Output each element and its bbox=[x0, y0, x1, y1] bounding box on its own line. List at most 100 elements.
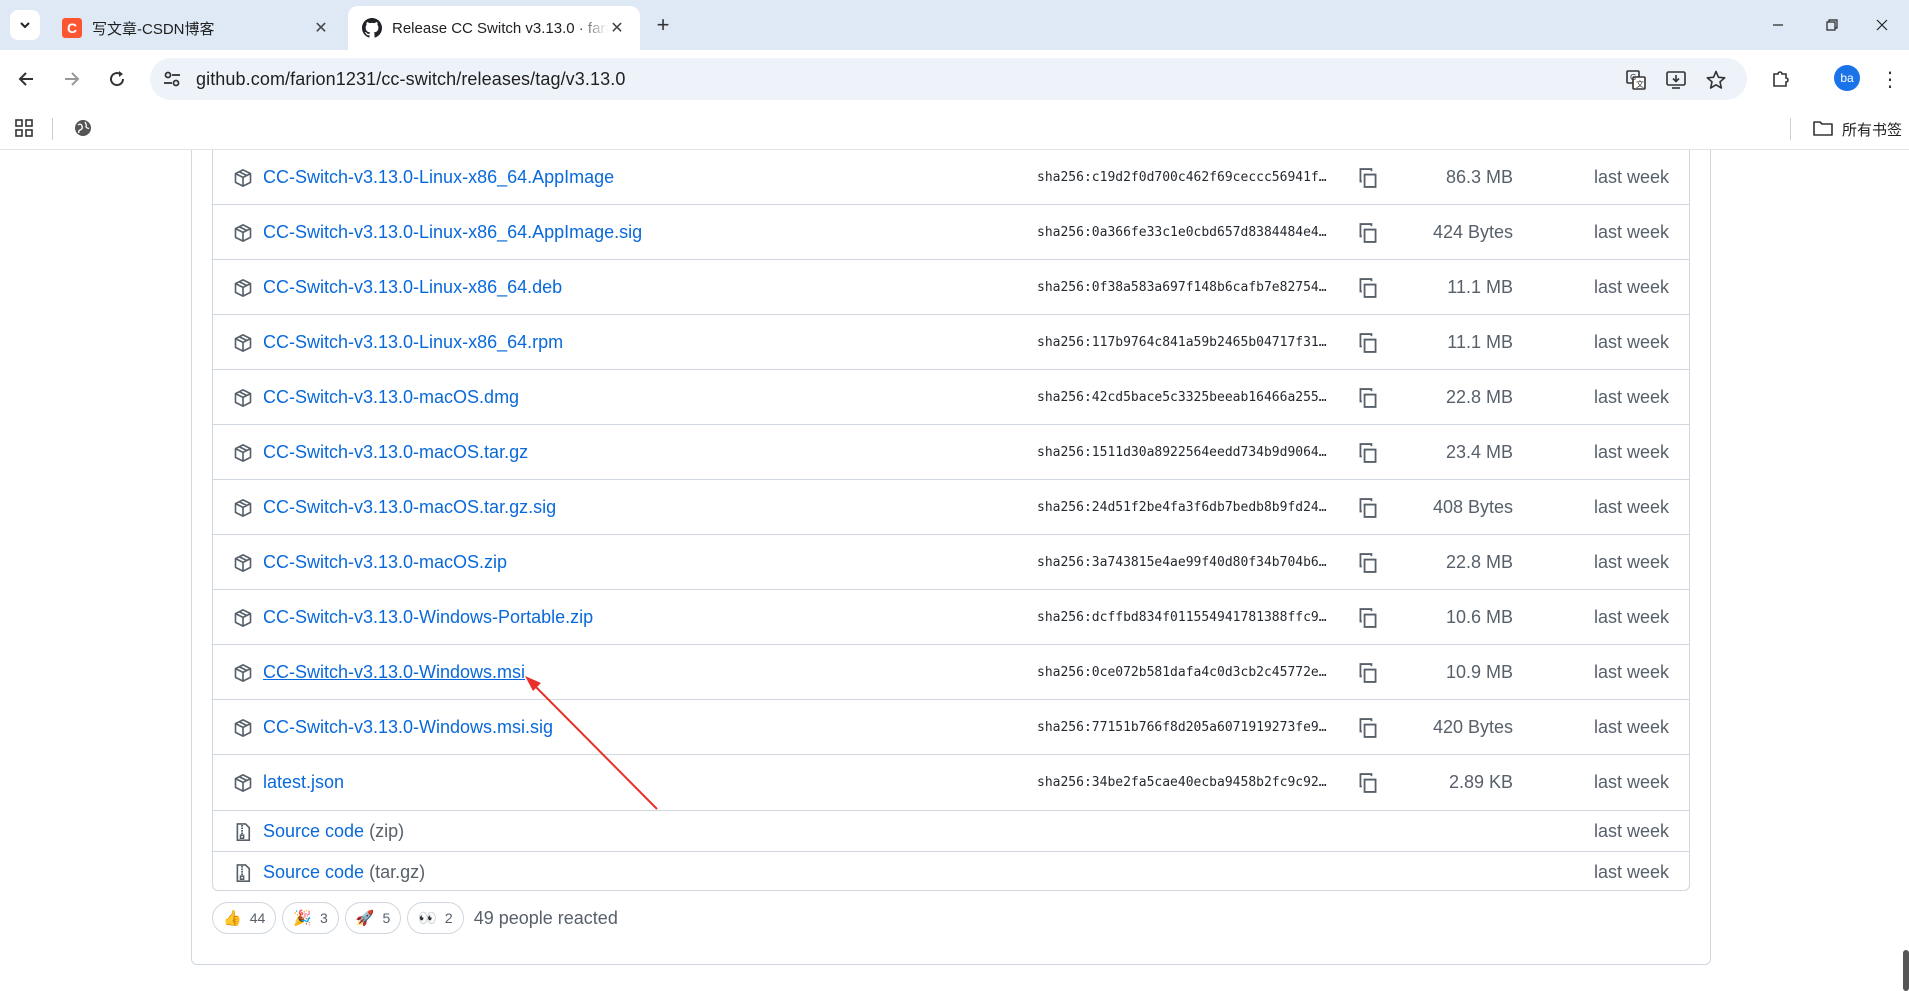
asset-size: 408 Bytes bbox=[1432, 496, 1513, 517]
apps-grid-icon[interactable] bbox=[14, 118, 34, 138]
site-settings-icon[interactable] bbox=[162, 69, 182, 89]
asset-size: 11.1 MB bbox=[1447, 276, 1513, 297]
package-icon bbox=[233, 553, 253, 573]
package-icon bbox=[233, 718, 253, 738]
reactions-summary: 49 people reacted bbox=[473, 907, 618, 928]
url-text[interactable]: github.com/farion1231/cc-switch/releases… bbox=[196, 69, 625, 90]
star-bookmark-icon[interactable] bbox=[1704, 68, 1728, 92]
minimize-button[interactable] bbox=[1758, 10, 1798, 40]
install-app-icon[interactable] bbox=[1664, 68, 1688, 92]
reaction-button[interactable]: 🎉 3 bbox=[282, 902, 339, 934]
copy-icon[interactable] bbox=[1357, 387, 1379, 409]
reaction-count: 3 bbox=[319, 910, 328, 926]
reaction-count: 5 bbox=[382, 910, 391, 926]
reaction-emoji: 🚀 bbox=[355, 910, 375, 927]
asset-download-link[interactable]: CC-Switch-v3.13.0-Windows-Portable.zip bbox=[263, 607, 593, 628]
asset-row: CC-Switch-v3.13.0-Windows-Portable.zip sh… bbox=[213, 590, 1689, 645]
forward-button[interactable] bbox=[56, 64, 86, 94]
browser-toolbar: github.com/farion1231/cc-switch/releases… bbox=[0, 50, 1909, 108]
asset-date: last week bbox=[1593, 331, 1669, 352]
asset-size: 424 Bytes bbox=[1432, 221, 1513, 242]
copy-icon[interactable] bbox=[1357, 332, 1379, 354]
asset-sha256: sha256:42cd5bace5c3325beeab16466a255… bbox=[1037, 389, 1327, 405]
tab-csdn[interactable]: C 写文章-CSDN博客 ✕ bbox=[48, 6, 344, 50]
browser-tab-strip: C 写文章-CSDN博客 ✕ Release CC Switch v3.13.0… bbox=[0, 0, 1909, 50]
copy-icon[interactable] bbox=[1357, 717, 1379, 739]
asset-download-link[interactable]: latest.json bbox=[263, 772, 344, 793]
restore-button[interactable] bbox=[1812, 10, 1852, 40]
asset-download-link[interactable]: CC-Switch-v3.13.0-macOS.zip bbox=[263, 552, 507, 573]
github-release-page: CC-Switch-v3.13.0-Linux-x86_64.AppImages… bbox=[0, 150, 1909, 991]
source-code-link[interactable]: Source code (tar.gz) bbox=[263, 862, 425, 883]
reaction-button[interactable]: 🚀 5 bbox=[344, 902, 402, 934]
asset-download-link[interactable]: CC-Switch-v3.13.0-Linux-x86_64.deb bbox=[263, 277, 562, 298]
copy-icon[interactable] bbox=[1357, 772, 1379, 794]
asset-download-link[interactable]: CC-Switch-v3.13.0-macOS.dmg bbox=[263, 387, 519, 408]
bookmarks-divider bbox=[52, 118, 53, 140]
asset-size: 11.1 MB bbox=[1447, 331, 1513, 352]
reactions-bar: 👍 44 🎉 3 🚀 5 👀 2 49 people reacted bbox=[212, 902, 618, 934]
asset-row: CC-Switch-v3.13.0-Windows.msi.sig sha256:… bbox=[213, 700, 1689, 755]
package-icon bbox=[233, 663, 253, 683]
asset-date: last week bbox=[1593, 276, 1669, 297]
new-tab-button[interactable]: + bbox=[650, 12, 676, 38]
tab-search-button[interactable] bbox=[10, 10, 40, 40]
reaction-button[interactable]: 👍 44 bbox=[212, 902, 277, 934]
asset-sha256: sha256:77151b766f8d205a6071919273fe9… bbox=[1037, 719, 1327, 735]
arrow-left-icon bbox=[18, 72, 33, 86]
tab-title: 写文章-CSDN博客 bbox=[92, 20, 215, 38]
scrollbar-thumb[interactable] bbox=[1903, 950, 1909, 991]
asset-download-link[interactable]: CC-Switch-v3.13.0-macOS.tar.gz bbox=[263, 442, 528, 463]
asset-download-link[interactable]: CC-Switch-v3.13.0-Linux-x86_64.rpm bbox=[263, 332, 563, 353]
asset-row: CC-Switch-v3.13.0-macOS.dmg sha256:42cd5b… bbox=[213, 370, 1689, 425]
asset-download-link[interactable]: CC-Switch-v3.13.0-Windows.msi bbox=[263, 662, 525, 683]
reaction-emoji: 🎉 bbox=[293, 910, 312, 927]
profile-avatar[interactable]: ba bbox=[1834, 65, 1860, 91]
folder-icon[interactable] bbox=[1812, 118, 1834, 138]
asset-sha256: sha256:24d51f2be4fa3f6db7bedb8b9fd24… bbox=[1037, 499, 1327, 515]
tab-github-release[interactable]: Release CC Switch v3.13.0 · farion1231/c… bbox=[348, 6, 640, 50]
address-bar[interactable]: github.com/farion1231/cc-switch/releases… bbox=[150, 58, 1747, 100]
asset-row: CC-Switch-v3.13.0-Linux-x86_64.deb sha256… bbox=[213, 260, 1689, 315]
copy-icon[interactable] bbox=[1357, 222, 1379, 244]
asset-size: 10.6 MB bbox=[1445, 606, 1513, 627]
svg-text:文: 文 bbox=[1636, 79, 1644, 89]
asset-sha256: sha256:0ce072b581dafa4c0d3cb2c45772e… bbox=[1037, 664, 1327, 680]
file-zip-icon bbox=[233, 863, 253, 883]
reload-icon bbox=[110, 71, 125, 87]
package-icon bbox=[233, 388, 253, 408]
arrow-right-icon bbox=[65, 72, 80, 86]
package-icon bbox=[233, 773, 253, 793]
all-bookmarks-label[interactable]: 所有书签 bbox=[1842, 119, 1902, 140]
asset-row: CC-Switch-v3.13.0-macOS.tar.gz sha256:151… bbox=[213, 425, 1689, 480]
close-window-button[interactable] bbox=[1862, 10, 1902, 40]
asset-date: last week bbox=[1593, 551, 1669, 572]
asset-row: latest.json sha256:34be2fa5cae40ecba9458b… bbox=[213, 755, 1689, 811]
package-icon bbox=[233, 333, 253, 353]
package-icon bbox=[233, 498, 253, 518]
asset-download-link[interactable]: CC-Switch-v3.13.0-macOS.tar.gz.sig bbox=[263, 497, 556, 518]
copy-icon[interactable] bbox=[1357, 442, 1379, 464]
asset-download-link[interactable]: CC-Switch-v3.13.0-Windows.msi.sig bbox=[263, 717, 553, 738]
copy-icon[interactable] bbox=[1357, 662, 1379, 684]
copy-icon[interactable] bbox=[1357, 497, 1379, 519]
reaction-emoji: 👀 bbox=[418, 910, 437, 927]
copy-icon[interactable] bbox=[1357, 552, 1379, 574]
reaction-button[interactable]: 👀 2 bbox=[407, 902, 464, 934]
copy-icon[interactable] bbox=[1357, 277, 1379, 299]
reload-button[interactable] bbox=[102, 64, 132, 94]
copy-icon[interactable] bbox=[1357, 607, 1379, 629]
source-code-link[interactable]: Source code (zip) bbox=[263, 821, 404, 842]
extensions-button[interactable] bbox=[1766, 64, 1796, 94]
translate-icon[interactable]: G文 bbox=[1624, 68, 1648, 92]
minimize-icon bbox=[1773, 24, 1783, 26]
back-button[interactable] bbox=[12, 64, 42, 94]
close-icon[interactable]: ✕ bbox=[608, 18, 626, 38]
copy-icon[interactable] bbox=[1357, 167, 1379, 189]
asset-download-link[interactable]: CC-Switch-v3.13.0-Linux-x86_64.AppImage.… bbox=[263, 222, 642, 243]
close-icon[interactable]: ✕ bbox=[312, 18, 330, 38]
asset-download-link[interactable]: CC-Switch-v3.13.0-Linux-x86_64.AppImage bbox=[263, 167, 614, 188]
browser-menu-icon[interactable]: ⋮ bbox=[1880, 64, 1900, 94]
globe-icon[interactable] bbox=[72, 117, 94, 139]
source-code-label: Source code bbox=[263, 820, 365, 841]
